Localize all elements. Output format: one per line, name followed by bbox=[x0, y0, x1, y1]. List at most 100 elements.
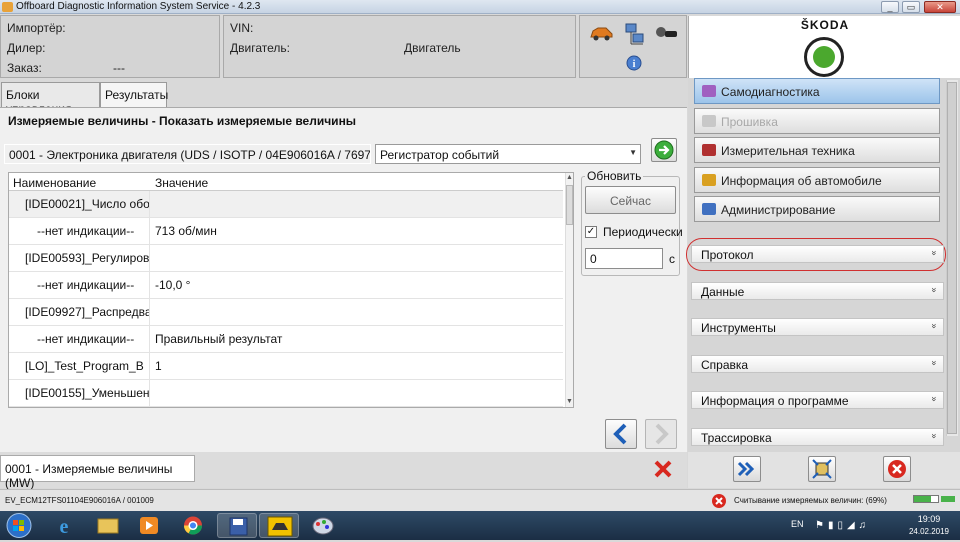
cell-name: [IDE09927]_Распредвал bbox=[25, 305, 149, 319]
menu-button-label: Измерительная техника bbox=[721, 144, 855, 159]
column-divider bbox=[149, 380, 150, 407]
check-icon: ✓ bbox=[586, 226, 596, 237]
interval-input[interactable]: 0 bbox=[585, 248, 663, 269]
ecu-select[interactable]: 0001 - Электроника двигателя (UDS / ISOT… bbox=[4, 144, 371, 164]
table-row[interactable]: [IDE00155]_Уменьшение bbox=[9, 380, 563, 407]
minimize-button[interactable]: _ bbox=[881, 1, 899, 13]
section-header[interactable]: Инструменты » bbox=[691, 318, 944, 337]
app-icon bbox=[2, 2, 13, 12]
chevron-down-icon: » bbox=[929, 360, 940, 366]
svg-text:e: e bbox=[60, 516, 69, 538]
books-icon bbox=[702, 173, 716, 186]
exit-button[interactable] bbox=[883, 456, 911, 482]
vin-label: VIN: bbox=[230, 21, 254, 35]
clock-date[interactable]: 24.02.2019 bbox=[900, 527, 958, 536]
odis-taskbar-icon[interactable] bbox=[259, 513, 299, 538]
menu-button-label: Администрирование bbox=[721, 203, 836, 218]
network-icon[interactable] bbox=[623, 22, 645, 46]
tray-icons[interactable]: ⚑▮▯◢♫ bbox=[815, 520, 870, 531]
status-bar: EV_ECM12TFS01104E906016A / 001009 Считыв… bbox=[0, 489, 960, 511]
ecu-select-value: 0001 - Электроника двигателя (UDS / ISOT… bbox=[9, 148, 371, 162]
column-header-name[interactable]: Наименование bbox=[13, 176, 96, 190]
section-header[interactable]: Трассировка » bbox=[691, 428, 944, 446]
table-row[interactable]: [IDE00593]_Регулирова bbox=[9, 245, 563, 272]
paint-taskbar-icon[interactable] bbox=[303, 513, 343, 538]
expand-icon bbox=[812, 459, 832, 479]
go-button[interactable] bbox=[651, 138, 677, 162]
cell-name: --нет индикации-- bbox=[37, 278, 135, 292]
tools-panel: i bbox=[579, 15, 687, 78]
periodic-checkbox[interactable]: ✓ bbox=[585, 226, 597, 238]
restore-button[interactable]: ▭ bbox=[902, 1, 920, 13]
folder-taskbar-icon[interactable] bbox=[88, 513, 128, 538]
tab-control-units[interactable]: Блоки управления bbox=[1, 82, 100, 116]
cell-value: 1 bbox=[155, 359, 162, 373]
save-taskbar-icon[interactable] bbox=[217, 513, 257, 538]
column-divider bbox=[149, 245, 150, 272]
periodic-label: Периодически bbox=[603, 225, 683, 239]
back-button[interactable] bbox=[605, 419, 637, 449]
column-divider bbox=[149, 272, 150, 299]
admin-gear-icon bbox=[702, 203, 716, 216]
menu-button-label: Информация об автомобиле bbox=[721, 173, 882, 188]
section-header[interactable]: Протокол » bbox=[691, 245, 944, 263]
window-titlebar[interactable]: Offboard Diagnostic Information System S… bbox=[0, 0, 960, 14]
double-chevron-icon bbox=[737, 461, 755, 477]
info-icon[interactable]: i bbox=[626, 55, 642, 71]
cell-value: -10,0 ° bbox=[155, 278, 191, 292]
start-button-icon[interactable] bbox=[6, 513, 32, 538]
table-row[interactable]: --нет индикации-- Правильный результат bbox=[9, 326, 563, 353]
column-divider bbox=[149, 353, 150, 380]
table-row[interactable]: --нет индикации-- 713 об/мин bbox=[9, 218, 563, 245]
table-row[interactable]: [IDE09927]_Распредвал bbox=[9, 299, 563, 326]
media-player-taskbar-icon[interactable] bbox=[129, 513, 169, 538]
ie-taskbar-icon[interactable]: e bbox=[44, 513, 84, 538]
table-row[interactable]: [LO]_Test_Program_B 1 bbox=[9, 353, 563, 380]
chevron-down-icon: » bbox=[929, 250, 940, 256]
menu-button-label: Самодиагностика bbox=[721, 85, 820, 99]
table-header: Наименование Значение bbox=[9, 173, 563, 191]
section-label: Данные bbox=[701, 284, 745, 299]
language-indicator[interactable]: EN bbox=[791, 519, 804, 529]
refresh-now-button[interactable]: Сейчас bbox=[585, 186, 676, 214]
cell-value: Правильный результат bbox=[155, 332, 283, 346]
close-window-button[interactable]: ✕ bbox=[924, 1, 956, 13]
chrome-taskbar-icon[interactable] bbox=[173, 513, 213, 538]
page-heading: Измеряемые величины - Показать измеряемы… bbox=[8, 114, 357, 128]
menu-button[interactable]: Измерительная техника bbox=[694, 137, 940, 164]
table-row[interactable]: --нет индикации-- -10,0 ° bbox=[9, 272, 563, 299]
engine-value: Двигатель bbox=[404, 41, 461, 55]
scrollbar-thumb[interactable] bbox=[566, 185, 573, 225]
arrow-left-icon bbox=[613, 423, 627, 445]
key-icon[interactable] bbox=[655, 26, 679, 42]
section-header[interactable]: Информация о программе » bbox=[691, 391, 944, 410]
section-header[interactable]: Данные » bbox=[691, 281, 944, 300]
mode-select[interactable]: Регистратор событий ▼ bbox=[375, 144, 641, 164]
menu-button[interactable]: Администрирование bbox=[694, 196, 940, 223]
progress-fill bbox=[914, 496, 931, 502]
section-header[interactable]: Справка » bbox=[691, 354, 944, 373]
column-divider bbox=[149, 191, 150, 218]
order-value: --- bbox=[113, 61, 125, 75]
red-x-icon bbox=[654, 460, 672, 478]
measurement-tab[interactable]: 0001 - Измеряемые величины (MW) bbox=[0, 455, 195, 490]
column-header-value[interactable]: Значение bbox=[155, 176, 208, 190]
fullscreen-button[interactable] bbox=[808, 456, 836, 482]
flash-icon bbox=[702, 114, 716, 127]
right-scrollbar-thumb[interactable] bbox=[947, 82, 957, 434]
menu-button[interactable]: Самодиагностика bbox=[694, 78, 940, 104]
car-diagnostics-icon bbox=[702, 85, 716, 97]
close-tab-button[interactable] bbox=[652, 458, 674, 483]
clock-time[interactable]: 19:09 bbox=[904, 514, 954, 524]
section-label: Трассировка bbox=[701, 431, 772, 445]
tab-results[interactable]: Результаты bbox=[100, 82, 168, 108]
scroll-up-icon[interactable]: ▲ bbox=[566, 174, 573, 181]
menu-button[interactable]: Информация об автомобиле bbox=[694, 166, 940, 193]
car-icon[interactable] bbox=[589, 25, 613, 41]
table-row[interactable]: [IDE00021]_Число оборо bbox=[9, 191, 563, 218]
menu-button-label: Прошивка bbox=[721, 114, 778, 129]
scroll-down-icon[interactable]: ▼ bbox=[566, 398, 573, 405]
menu-button[interactable]: Прошивка bbox=[694, 107, 940, 134]
forward-button[interactable] bbox=[645, 419, 677, 449]
next-step-button[interactable] bbox=[733, 456, 761, 482]
